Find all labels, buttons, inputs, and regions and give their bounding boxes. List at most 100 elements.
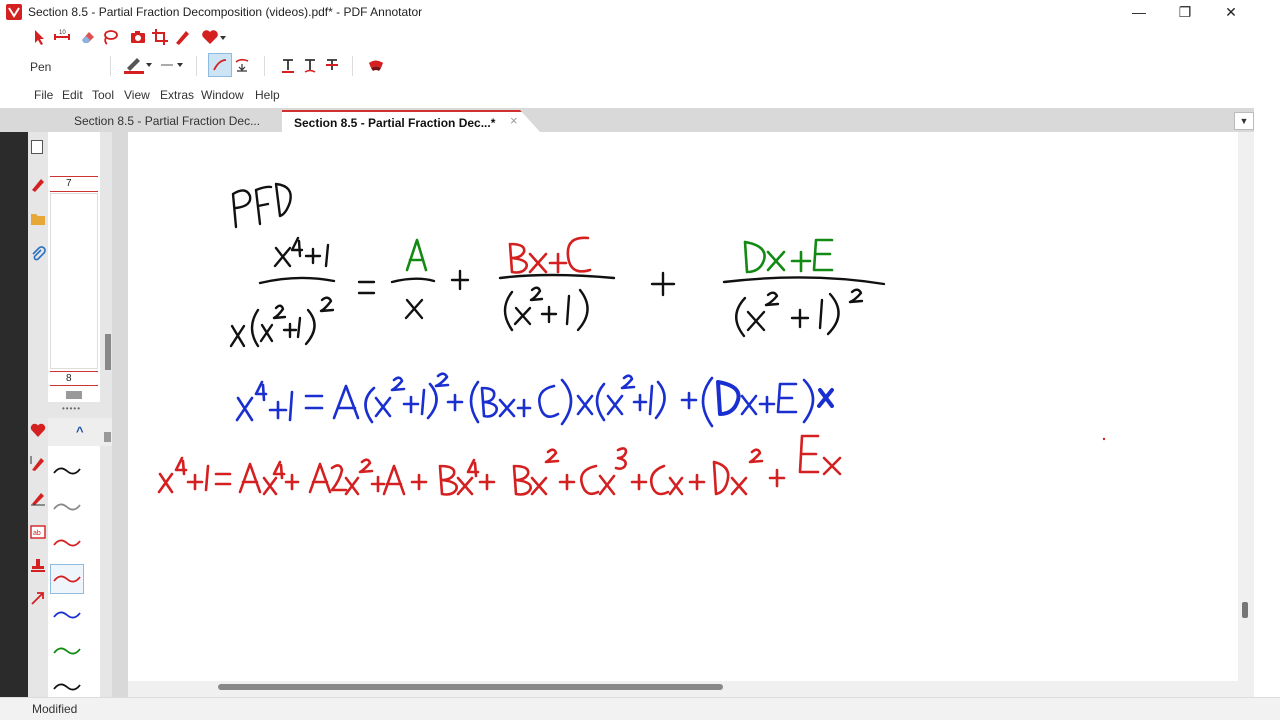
favorites-scroll-handle[interactable] (104, 432, 111, 442)
select-icon[interactable] (30, 27, 50, 47)
ink-term3-denominator (735, 288, 864, 338)
pen-tool-icon[interactable] (172, 27, 192, 47)
horizontal-scroll-thumb[interactable] (218, 684, 723, 690)
favorite-pen-2[interactable] (50, 492, 84, 522)
pen-cursor-icon[interactable] (30, 454, 46, 475)
toolbar-separator (352, 56, 353, 76)
tab-document-1[interactable]: Section 8.5 - Partial Fraction Dec... (62, 110, 284, 132)
thumb-divider (50, 176, 98, 177)
strikeout-icon[interactable] (322, 55, 342, 75)
page-thumbnail-7[interactable] (50, 193, 98, 369)
window-title: Section 8.5 - Partial Fraction Decomposi… (28, 5, 423, 19)
folder-icon[interactable] (30, 212, 46, 229)
close-button[interactable]: ✕ (1208, 0, 1254, 24)
tab-close-button[interactable]: × (510, 113, 518, 128)
attachment-icon[interactable] (30, 246, 46, 265)
highlighter-icon[interactable] (366, 55, 386, 75)
favorite-pen-3[interactable] (50, 528, 84, 558)
main-toolbar (0, 24, 1280, 52)
thumb-divider (50, 191, 98, 192)
thumb-scroll-handle[interactable] (66, 391, 82, 399)
pen-color-icon[interactable] (122, 55, 154, 75)
panel-splitter[interactable]: ••••• (62, 404, 81, 413)
pen-toolbar (0, 52, 1280, 82)
ink-lhs-fraction-bar (258, 276, 336, 285)
tab-label: Section 8.5 - Partial Fraction Dec...* (294, 116, 496, 130)
svg-text:10: 10 (59, 30, 66, 36)
ink-line3 (157, 434, 842, 496)
pen-stroke-icon (53, 647, 81, 655)
favorite-pen-6[interactable] (50, 636, 84, 666)
ink-term3-numerator (743, 238, 834, 274)
pen-stroke-icon (53, 683, 81, 691)
page-number-8: 8 (66, 373, 72, 384)
menu-tool[interactable]: Tool (92, 88, 114, 102)
ink-line2 (235, 372, 834, 428)
pen-stroke-icon (53, 611, 81, 619)
current-tool-label: Pen (30, 60, 52, 74)
window-edge (1254, 0, 1280, 720)
eraser-icon[interactable] (78, 27, 98, 47)
toolbar-separator (264, 56, 265, 76)
status-bar (0, 697, 1280, 720)
ink-term1-numerator (405, 238, 428, 272)
favorite-pen-1[interactable] (50, 456, 84, 486)
menu-help[interactable]: Help (255, 88, 280, 102)
smooth-pen-icon[interactable] (208, 53, 232, 77)
menu-window[interactable]: Window (201, 88, 244, 102)
ink-term1-fraction-bar (390, 277, 436, 284)
menu-view[interactable]: View (124, 88, 150, 102)
thumb-divider (50, 385, 98, 386)
ink-plus-1 (450, 269, 470, 291)
camera-icon[interactable] (128, 27, 148, 47)
snap-pen-icon[interactable] (232, 55, 252, 75)
vertical-scroll-thumb[interactable] (1242, 602, 1248, 618)
ink-equals (357, 280, 376, 295)
pen-favorite-icon[interactable] (30, 490, 46, 509)
pan-icon[interactable]: 10 (52, 27, 72, 47)
menu-file[interactable]: File (34, 88, 53, 102)
ink-term3-fraction-bar (722, 276, 886, 286)
status-text: Modified (32, 702, 78, 716)
text-underline-icon[interactable] (300, 55, 320, 75)
tab-document-2[interactable]: Section 8.5 - Partial Fraction Dec...* (282, 110, 540, 132)
lasso-icon[interactable] (100, 27, 120, 47)
maximize-button[interactable]: ❐ (1162, 0, 1208, 24)
arrow-icon[interactable] (30, 590, 46, 609)
handwritten-annotations (157, 182, 1106, 496)
pen-stroke-icon (53, 575, 81, 583)
page-icon[interactable] (31, 140, 43, 154)
favorites-collapse-button[interactable]: ^ (76, 424, 84, 439)
ink-pfd (231, 182, 292, 229)
favorite-pen-5[interactable] (50, 600, 84, 630)
menu-extras[interactable]: Extras (160, 88, 194, 102)
ink-lhs-numerator (273, 236, 330, 268)
text-icon[interactable] (278, 55, 298, 75)
toolbar-separator (110, 56, 111, 76)
title-bar: Section 8.5 - Partial Fraction Decomposi… (0, 0, 1280, 24)
ink-term1-denominator (404, 298, 424, 320)
pen-stroke-icon (53, 503, 81, 511)
app-logo-icon (6, 4, 22, 20)
crop-icon[interactable] (150, 27, 170, 47)
heart-icon[interactable] (30, 422, 46, 441)
tab-label: Section 8.5 - Partial Fraction Dec... (74, 114, 261, 128)
ink-plus-2 (650, 271, 676, 297)
minimize-button[interactable]: — (1116, 0, 1162, 24)
ink-term2-denominator (503, 286, 589, 332)
text-box-icon[interactable]: ab (30, 525, 46, 542)
page-number-7: 7 (66, 178, 72, 189)
pen-sidebar-icon[interactable] (30, 176, 46, 195)
ink-term2-fraction-bar (498, 273, 616, 280)
favorite-pen-4[interactable] (50, 564, 84, 594)
thumbnail-scroll-thumb[interactable] (105, 334, 111, 370)
stamp-icon[interactable] (30, 557, 46, 576)
line-style-icon[interactable] (158, 55, 186, 75)
ink-term2-numerator (508, 236, 592, 274)
ink-dot (1102, 437, 1106, 441)
pen-stroke-icon (53, 467, 81, 475)
favorites-icon[interactable] (200, 27, 228, 47)
tab-list-dropdown[interactable]: ▼ (1234, 112, 1254, 130)
menu-edit[interactable]: Edit (62, 88, 83, 102)
ink-lhs-denominator (229, 296, 335, 348)
